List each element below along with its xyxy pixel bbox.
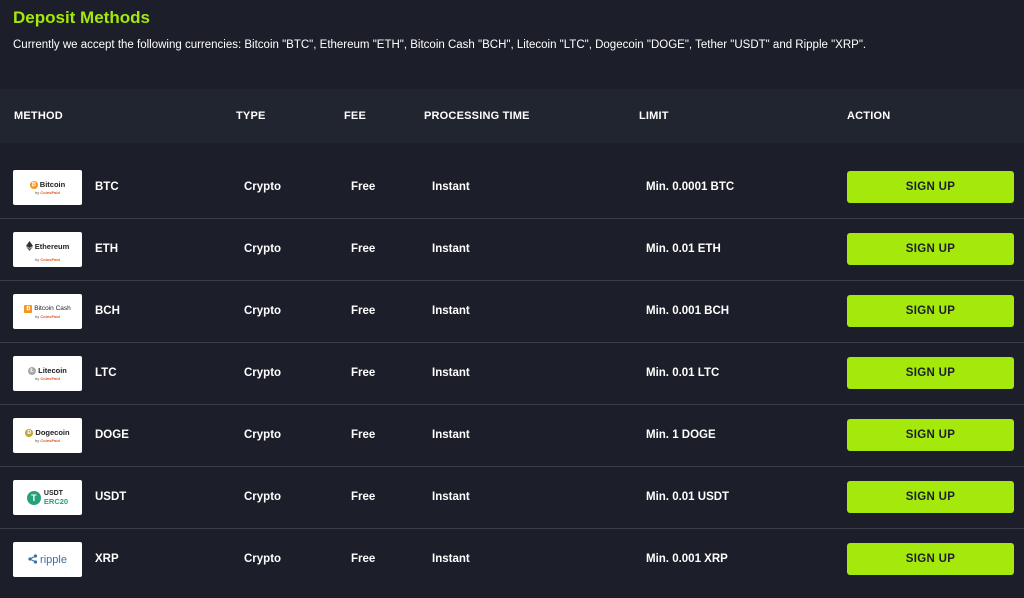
tether-logo: T USDT ERC20 [13,480,82,515]
logo-name: Bitcoin Cash [34,305,71,312]
method-type: Crypto [244,491,282,503]
method-limit: Min. 0.001 XRP [646,553,728,565]
dogecoin-logo: Ð Dogecoin by CoinsPaid [13,418,82,453]
logo-byline: by CoinsPaid [35,438,60,443]
method-symbol: BCH [95,305,120,317]
ripple-icon [28,551,38,569]
method-limit: Min. 0.01 ETH [646,243,721,255]
litecoin-logo: Ł Litecoin by CoinsPaid [13,356,82,391]
method-fee: Free [351,553,376,565]
header-processing-time: PROCESSING TIME [424,110,530,122]
header-action: ACTION [847,110,891,122]
method-symbol: LTC [95,367,117,379]
logo-name: ripple [40,553,67,566]
table-header: METHOD TYPE FEE PROCESSING TIME LIMIT AC… [0,89,1024,143]
method-processing-time: Instant [432,243,470,255]
method-processing-time: Instant [432,305,470,317]
method-limit: Min. 1 DOGE [646,429,716,441]
deposit-methods-table: ₿ Bitcoin by CoinsPaid BTC Crypto Free I… [0,157,1024,591]
method-type: Crypto [244,305,282,317]
table-row: ₿ Bitcoin by CoinsPaid BTC Crypto Free I… [0,157,1024,219]
sign-up-button[interactable]: SIGN UP [847,543,1014,575]
method-type: Crypto [244,553,282,565]
header-method: METHOD [14,110,63,122]
method-processing-time: Instant [432,181,470,193]
table-row: ₿ Bitcoin Cash by CoinsPaid BCH Crypto F… [0,281,1024,343]
method-limit: Min. 0.0001 BTC [646,181,735,193]
method-processing-time: Instant [432,367,470,379]
method-limit: Min. 0.001 BCH [646,305,730,317]
logo-byline: by CoinsPaid [35,190,60,195]
intro-text: Currently we accept the following curren… [13,39,867,51]
header-fee: FEE [344,110,366,122]
method-type: Crypto [244,429,282,441]
method-fee: Free [351,305,376,317]
method-processing-time: Instant [432,553,470,565]
bitcoin-cash-logo: ₿ Bitcoin Cash by CoinsPaid [13,294,82,329]
table-row: Ð Dogecoin by CoinsPaid DOGE Crypto Free… [0,405,1024,467]
method-limit: Min. 0.01 USDT [646,491,730,503]
logo-name: Litecoin [38,366,67,375]
table-row: ripple XRP Crypto Free Instant Min. 0.00… [0,529,1024,591]
logo-byline: by CoinsPaid [35,376,60,381]
sign-up-button[interactable]: SIGN UP [847,295,1014,327]
logo-name: Bitcoin [39,180,66,189]
bitcoin-logo: ₿ Bitcoin by CoinsPaid [13,170,82,205]
header-type: TYPE [236,110,266,122]
method-symbol: BTC [95,181,119,193]
method-limit: Min. 0.01 LTC [646,367,720,379]
logo-name: Dogecoin [35,428,70,437]
method-fee: Free [351,243,376,255]
sign-up-button[interactable]: SIGN UP [847,419,1014,451]
method-processing-time: Instant [432,429,470,441]
table-row: Ethereum by CoinsPaid ETH Crypto Free In… [0,219,1024,281]
method-type: Crypto [244,367,282,379]
method-type: Crypto [244,181,282,193]
method-symbol: DOGE [95,429,129,441]
method-type: Crypto [244,243,282,255]
ethereum-icon [25,238,33,256]
method-fee: Free [351,367,376,379]
logo-name: Ethereum [34,242,70,251]
table-row: T USDT ERC20 USDT Crypto Free Instant Mi… [0,467,1024,529]
dogecoin-icon: Ð [25,428,34,437]
method-symbol: ETH [95,243,118,255]
method-fee: Free [351,181,376,193]
bitcoin-cash-icon: ₿ [24,304,33,313]
sign-up-button[interactable]: SIGN UP [847,357,1014,389]
sign-up-button[interactable]: SIGN UP [847,171,1014,203]
ripple-logo: ripple [13,542,82,577]
litecoin-icon: Ł [28,366,37,375]
logo-byline: by CoinsPaid [35,313,60,319]
table-row: Ł Litecoin by CoinsPaid LTC Crypto Free … [0,343,1024,405]
sign-up-button[interactable]: SIGN UP [847,481,1014,513]
logo-network: ERC20 [43,496,69,506]
tether-icon: T [26,490,41,505]
logo-byline: by CoinsPaid [35,256,60,262]
header-limit: LIMIT [639,110,669,122]
method-fee: Free [351,429,376,441]
ethereum-logo: Ethereum by CoinsPaid [13,232,82,267]
method-symbol: USDT [95,491,127,503]
bitcoin-icon: ₿ [29,180,38,189]
page-title: Deposit Methods [13,8,150,27]
method-processing-time: Instant [432,491,470,503]
sign-up-button[interactable]: SIGN UP [847,233,1014,265]
method-fee: Free [351,491,376,503]
method-symbol: XRP [95,553,119,565]
